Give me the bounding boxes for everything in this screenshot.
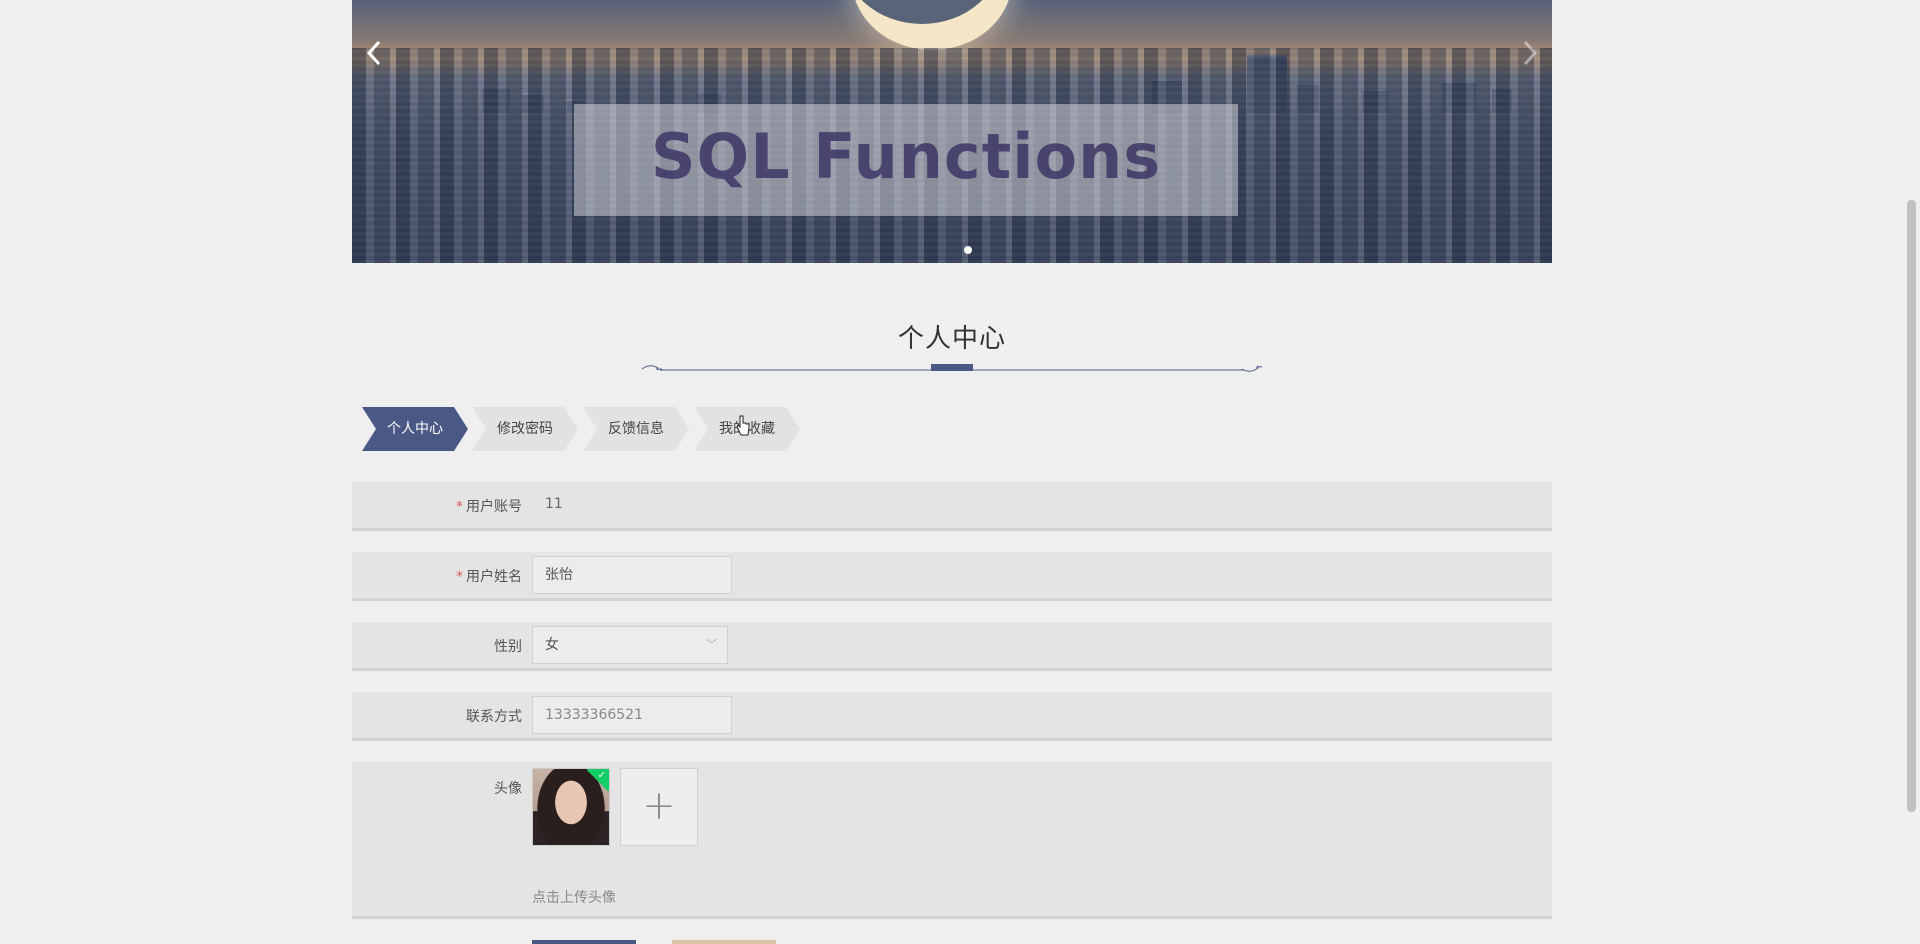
check-icon: ✓: [597, 770, 606, 781]
form-row-phone: 联系方式 13333366521: [352, 692, 1552, 741]
chevron-down-icon: ﹀: [706, 638, 717, 651]
phone-label: 联系方式: [466, 709, 522, 725]
carousel-prev-button[interactable]: [366, 38, 382, 72]
upload-avatar-button[interactable]: +: [620, 768, 698, 846]
upload-hint-text: 点击上传头像: [532, 890, 616, 906]
logout-button[interactable]: [672, 940, 776, 944]
chevron-right-icon: [1523, 40, 1538, 66]
name-input[interactable]: 张怡: [532, 556, 732, 594]
account-value: 11: [545, 496, 563, 512]
gender-select-value: 女: [545, 637, 559, 653]
page-scrollbar[interactable]: [1903, 0, 1920, 944]
tab-change-password[interactable]: 修改密码: [472, 407, 578, 451]
banner-carousel: SQL Functions: [352, 0, 1552, 263]
phone-input[interactable]: 13333366521: [532, 696, 732, 734]
account-label-text: 用户账号: [466, 499, 522, 515]
form-row-account: * 用户账号 11: [352, 482, 1552, 531]
scrollbar-thumb[interactable]: [1907, 200, 1916, 812]
form-row-name: * 用户姓名 张怡: [352, 552, 1552, 601]
hand-cursor-icon: [736, 415, 750, 436]
carousel-indicator-dot[interactable]: [964, 246, 972, 254]
banner-caption-box: SQL Functions: [574, 104, 1238, 216]
form-row-gender: 性别 女 ﹀: [352, 622, 1552, 671]
title-underline-ornament: [641, 364, 1263, 372]
required-mark: *: [456, 499, 463, 515]
avatar-image[interactable]: ✓: [532, 768, 610, 846]
chevron-left-icon: [366, 40, 381, 66]
submit-button[interactable]: [532, 940, 636, 944]
tab-personal-center[interactable]: 个人中心: [362, 407, 468, 451]
required-mark: *: [456, 569, 463, 585]
gender-select[interactable]: 女 ﹀: [532, 626, 728, 664]
name-label: * 用户姓名: [352, 566, 522, 586]
account-label: * 用户账号: [352, 496, 522, 516]
page-title: 个人中心: [897, 324, 1006, 354]
banner-caption-text: SQL Functions: [650, 120, 1162, 193]
tab-feedback[interactable]: 反馈信息: [583, 407, 689, 451]
avatar-label: 头像: [494, 781, 522, 797]
form-row-avatar: 头像 ✓ + 点击上传头像: [352, 762, 1552, 919]
name-label-text: 用户姓名: [466, 569, 522, 585]
gender-label: 性别: [494, 639, 522, 655]
carousel-next-button[interactable]: [1522, 38, 1538, 72]
